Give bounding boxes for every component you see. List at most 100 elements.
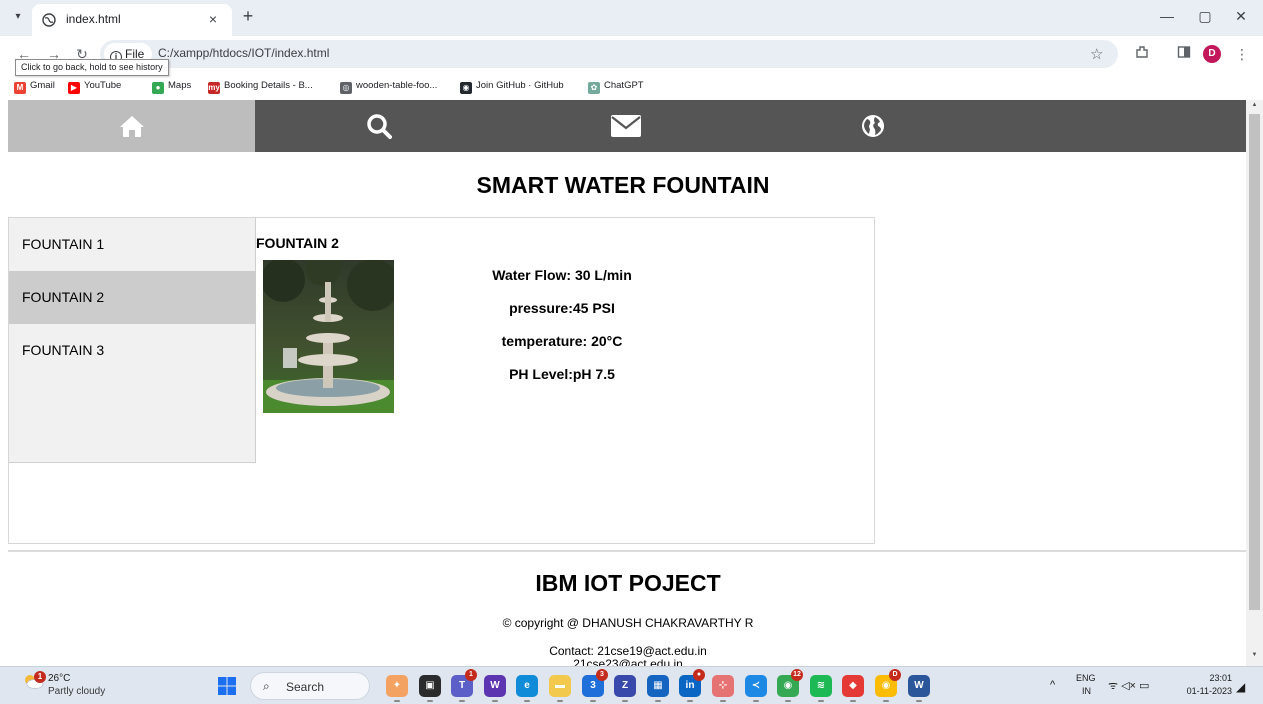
taskbar-running-indicator [785, 700, 791, 702]
tab-strip: ▾ index.html × + — ▢ ✕ [0, 0, 1263, 36]
bookmark-label: Gmail [30, 80, 55, 91]
taskbar-app-network-tool[interactable]: ⊹ [712, 675, 734, 697]
page-viewport: SMART WATER FOUNTAIN FOUNTAIN 1 FOUNTAIN… [0, 100, 1246, 666]
chatgpt-icon: ✿ [588, 82, 600, 94]
taskbar-badge: 12 [791, 669, 803, 681]
globe-icon: ◎ [340, 82, 352, 94]
browser-tab[interactable]: index.html × [32, 4, 232, 36]
close-window-button[interactable]: ✕ [1226, 4, 1256, 28]
bookmark-maps[interactable]: ● Maps [152, 77, 191, 95]
notification-bell-icon[interactable]: ◢ [1236, 680, 1245, 694]
taskbar-running-indicator [818, 700, 824, 702]
taskbar-badge: 1 [465, 669, 477, 681]
windows-taskbar: 1 26°C Partly cloudy ⌕ Search ✦ ▣ T 1 We ▬ 3 3 Z… [0, 666, 1263, 704]
tray-clock-time[interactable]: 23:01 [1202, 673, 1232, 683]
sidebar-item-fountain-3[interactable]: FOUNTAIN 3 [9, 324, 256, 377]
taskbar-running-indicator [687, 700, 693, 702]
scroll-up-arrow[interactable]: ▲ [1246, 102, 1263, 112]
footer-copyright: © copyright @ DHANUSH CHAKRAVARTHY R [502, 616, 754, 630]
tray-clock-date[interactable]: 01-11-2023 [1168, 686, 1232, 696]
menu-kebab-icon[interactable]: ⋮ [1232, 44, 1252, 64]
bookmark-youtube[interactable]: ▶ YouTube [68, 77, 121, 95]
footer-title: IBM IOT POJECT [535, 570, 721, 596]
nav-mail[interactable] [502, 100, 749, 152]
page-scrollbar[interactable]: ▲ ▼ [1246, 100, 1263, 666]
taskbar-running-indicator [850, 700, 856, 702]
github-icon: ◉ [460, 82, 472, 94]
taskbar-app-webex[interactable]: W [484, 675, 506, 697]
weather-temperature[interactable]: 26°C [48, 673, 70, 684]
taskbar-badge: 3 [596, 669, 608, 681]
taskbar-running-indicator [622, 700, 628, 702]
taskbar-app-file-explorer[interactable]: ▬ [549, 675, 571, 697]
taskbar-app-widgets[interactable]: ✦ [386, 675, 408, 697]
taskbar-app-edge[interactable]: e [516, 675, 538, 697]
nav-home[interactable] [8, 100, 255, 152]
taskbar-search[interactable]: ⌕ Search [250, 672, 370, 700]
bookmark-booking[interactable]: my Booking Details - B... [208, 77, 313, 95]
taskbar-app-word[interactable]: W [908, 675, 930, 697]
taskbar-app-anydesk[interactable]: ◆ [842, 675, 864, 697]
taskbar-running-indicator [459, 700, 465, 702]
taskbar-badge: ● [693, 669, 705, 681]
bookmark-label: Booking Details - B... [224, 80, 313, 91]
taskbar-app-task-view[interactable]: ▣ [419, 675, 441, 697]
restore-button[interactable]: ▢ [1190, 4, 1220, 28]
taskbar-app-vscode[interactable]: ≺ [745, 675, 767, 697]
globe-icon [42, 13, 56, 27]
nav-globe[interactable] [749, 100, 996, 152]
tray-network-volume-battery-icons[interactable]: ᯤ ◁× ▭ [1108, 678, 1149, 693]
url-text[interactable]: C:/xampp/htdocs/IOT/index.html [158, 46, 329, 60]
tab-title: index.html [66, 12, 121, 26]
metric-ph-level: PH Level:pH 7.5 [509, 366, 615, 382]
bookmark-chatgpt[interactable]: ✿ ChatGPT [588, 77, 644, 95]
sidebar-item-fountain-1[interactable]: FOUNTAIN 1 [9, 218, 256, 271]
metric-water-flow: Water Flow: 30 L/min [492, 267, 632, 283]
page-title: SMART WATER FOUNTAIN [476, 172, 770, 198]
tray-region[interactable]: IN [1082, 686, 1091, 696]
windows-start-icon[interactable] [218, 677, 236, 695]
side-panel-icon[interactable] [1174, 44, 1194, 64]
tray-chevron-icon[interactable]: ^ [1050, 679, 1055, 691]
weather-description[interactable]: Partly cloudy [48, 686, 105, 697]
address-bar[interactable]: i File C:/xampp/htdocs/IOT/index.html ☆ [100, 40, 1118, 68]
scrollbar-thumb[interactable] [1249, 114, 1260, 610]
minimize-button[interactable]: — [1152, 4, 1182, 28]
taskbar-running-indicator [492, 700, 498, 702]
youtube-icon: ▶ [68, 82, 80, 94]
bookmark-gmail[interactable]: M Gmail [14, 77, 55, 95]
taskbar-running-indicator [557, 700, 563, 702]
taskbar-running-indicator [883, 700, 889, 702]
new-tab-button[interactable]: + [238, 6, 258, 26]
nav-search[interactable] [255, 100, 502, 152]
bookmark-label: Maps [168, 80, 192, 91]
back-tooltip: Click to go back, hold to see history [15, 59, 169, 76]
footer-contact: Contact: 21cse19@act.edu.in 21cse23@act.… [0, 645, 1246, 667]
taskbar-running-indicator [590, 700, 596, 702]
taskbar-running-indicator [524, 700, 530, 702]
sidebar-item-fountain-2[interactable]: FOUNTAIN 2 [9, 271, 256, 324]
bookmark-label: YouTube [84, 80, 122, 91]
taskbar-app-spotify[interactable]: ≋ [810, 675, 832, 697]
close-tab-icon[interactable]: × [204, 10, 222, 28]
footer-divider [8, 550, 1246, 552]
bookmark-label: wooden-table-foo... [356, 80, 438, 91]
taskbar-app-zoom-whiteboard[interactable]: Z [614, 675, 636, 697]
bookmark-star-icon[interactable]: ☆ [1090, 45, 1103, 63]
taskbar-app-calculator[interactable]: ▦ [647, 675, 669, 697]
search-icon: ⌕ [263, 679, 270, 693]
bookmark-github[interactable]: ◉ Join GitHub · GitHub [460, 77, 564, 95]
extensions-icon[interactable] [1132, 44, 1152, 64]
taskbar-running-indicator [720, 700, 726, 702]
fountain-sidebar: FOUNTAIN 1 FOUNTAIN 2 FOUNTAIN 3 [9, 218, 256, 463]
maps-icon: ● [152, 82, 164, 94]
profile-avatar[interactable]: D [1203, 45, 1221, 63]
contact-email-2: 21cse23@act.edu.in [573, 657, 683, 667]
globe-icon [861, 115, 884, 137]
taskbar-running-indicator [916, 700, 922, 702]
tab-search-button[interactable]: ▾ [10, 9, 26, 25]
bookmark-globe[interactable]: ◎ wooden-table-foo... [340, 77, 437, 95]
scroll-down-arrow[interactable]: ▼ [1246, 652, 1263, 662]
metric-temperature: temperature: 20°C [501, 333, 623, 349]
tray-language[interactable]: ENG [1076, 673, 1096, 683]
